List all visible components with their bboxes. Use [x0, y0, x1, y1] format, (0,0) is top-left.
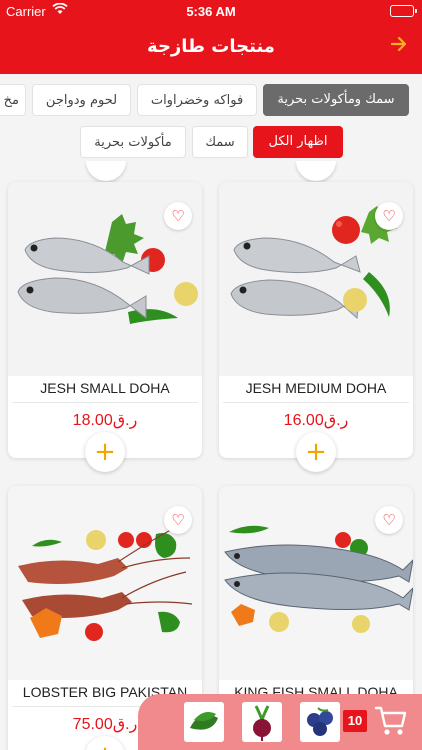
spinach-thumb: [184, 702, 224, 742]
beetroot-thumb: [242, 702, 282, 742]
battery-icon: [390, 5, 417, 17]
tab-fish[interactable]: سمك: [192, 126, 248, 158]
add-button-partial[interactable]: [296, 161, 336, 181]
add-to-cart-button[interactable]: +: [85, 736, 125, 750]
arrow-icon[interactable]: [390, 34, 408, 59]
divider: [12, 402, 198, 403]
subcategory-tabs: اظهار الكل سمك مأكولات بحرية: [0, 126, 422, 166]
tab-seafood-fish[interactable]: سمك ومأكولات بحرية: [263, 84, 409, 116]
status-time: 5:36 AM: [186, 4, 236, 19]
product-price: 16.00ر.ق: [283, 412, 349, 429]
tab-seafood[interactable]: مأكولات بحرية: [80, 126, 186, 158]
tab-meat-poultry[interactable]: لحوم ودواجن: [32, 84, 131, 116]
heart-icon[interactable]: ♡: [375, 202, 403, 230]
product-price: 18.00ر.ق: [72, 412, 138, 429]
heart-icon[interactable]: ♡: [164, 202, 192, 230]
nav-bar: منتجات طازجة: [0, 22, 422, 74]
status-bar: Carrier 5:36 AM: [0, 0, 422, 22]
category-tabs: سمك ومأكولات بحرية فواكه وخضراوات لحوم و…: [0, 84, 422, 124]
cart-bar[interactable]: 10: [138, 694, 422, 750]
heart-icon[interactable]: ♡: [375, 506, 403, 534]
product-card[interactable]: ♡ JESH SMALL DOHA 18.00ر.ق +: [8, 182, 202, 472]
tab-partial[interactable]: مخ: [0, 84, 26, 116]
product-name: JESH SMALL DOHA: [40, 380, 170, 396]
add-to-cart-button[interactable]: +: [296, 432, 336, 472]
heart-icon[interactable]: ♡: [164, 506, 192, 534]
divider: [223, 402, 409, 403]
page-title: منتجات طازجة: [147, 36, 275, 57]
blueberries-thumb: [300, 702, 340, 742]
cart-icon[interactable]: [374, 704, 408, 742]
product-card[interactable]: ♡ JESH MEDIUM DOHA 16.00ر.ق +: [219, 182, 413, 472]
add-to-cart-button[interactable]: +: [85, 432, 125, 472]
add-button-partial[interactable]: [86, 161, 126, 181]
tab-fruits-vegetables[interactable]: فواكه وخضراوات: [137, 84, 257, 116]
cart-count-badge: 10: [343, 710, 367, 732]
product-name: JESH MEDIUM DOHA: [245, 380, 387, 396]
tab-show-all[interactable]: اظهار الكل: [253, 126, 343, 158]
